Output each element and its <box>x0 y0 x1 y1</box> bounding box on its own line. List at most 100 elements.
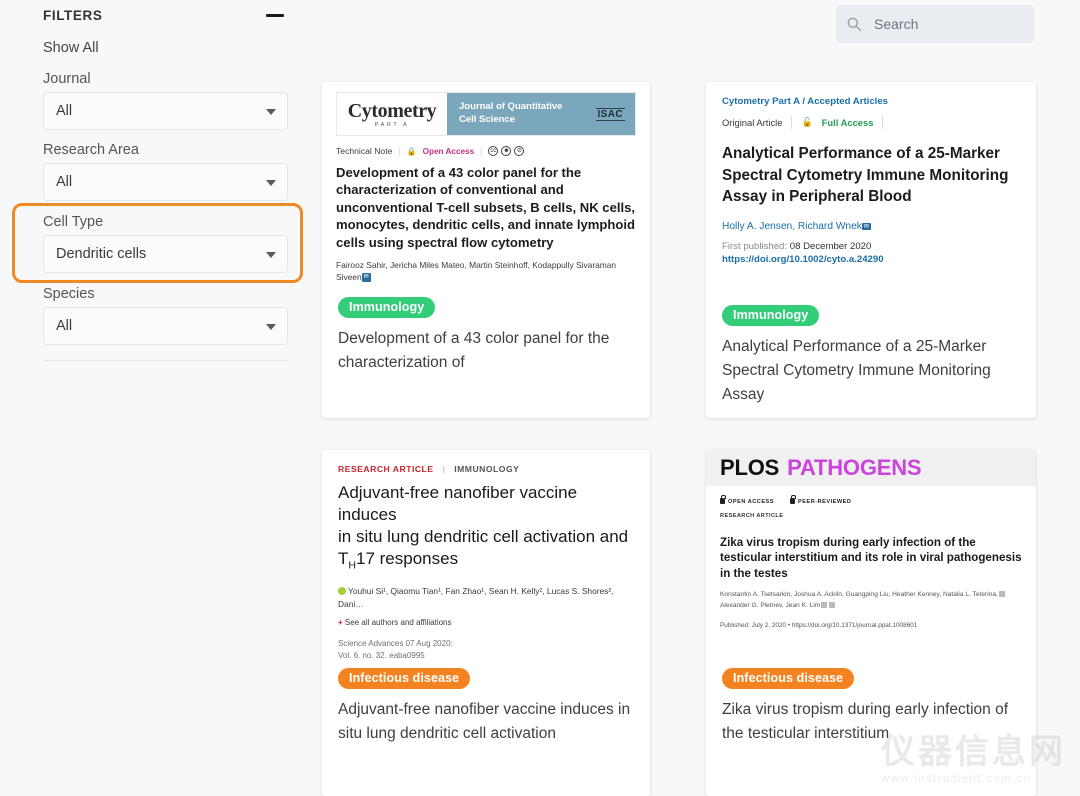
authors-text: Holly A. Jensen, Richard Wnek <box>722 221 862 233</box>
status-badge: Infectious disease <box>338 668 471 690</box>
filters-header: FILTERS <box>43 8 288 23</box>
see-all-authors-link[interactable]: + See all authors and affiliations <box>338 618 634 627</box>
article-headline: Analytical Performance of a 25-Marker Sp… <box>722 145 1009 206</box>
article-headline: Adjuvant-free nanofiber vaccine induces … <box>338 482 634 573</box>
article-type: Original Article <box>722 117 783 128</box>
authors-line-1: Konstantin A. Tsetsarkin, Joshua A. Ackl… <box>720 590 1022 601</box>
authors-text-2: Alexander G. Pletnev, Jean K. Lim <box>720 601 821 609</box>
card-title[interactable]: Adjuvant-free nanofiber vaccine induces … <box>338 698 634 746</box>
isac-logo: ISAC <box>595 107 625 121</box>
chevron-down-icon <box>266 252 276 258</box>
minus-icon[interactable] <box>262 10 288 21</box>
show-all-link[interactable]: Show All <box>43 40 99 56</box>
card-title[interactable]: Analytical Performance of a 25-Marker Sp… <box>722 335 1020 407</box>
access-label: Full Access <box>821 117 874 128</box>
article-meta-row: RESEARCH ARTICLE | IMMUNOLOGY <box>338 464 634 474</box>
journal-logo-sub: PART A <box>374 121 410 128</box>
select-journal[interactable]: All <box>43 92 288 130</box>
card-footer: Infectious disease Adjuvant-free nanofib… <box>322 658 650 746</box>
journal-tagline-line1: Journal of Quantitative <box>459 101 563 113</box>
headline-line-2: in situ lung dendritic cell activation a… <box>338 527 629 547</box>
card-title[interactable]: Development of a 43 color panel for the … <box>338 327 634 375</box>
select-species-value: All <box>56 318 73 334</box>
journal-logo-word: Cytometry <box>347 99 437 122</box>
open-access-badge: OPEN ACCESS <box>720 495 775 505</box>
open-lock-icon: 🔓 <box>801 117 813 127</box>
article-thumbnail: Cytometry Part A / Accepted Articles Ori… <box>706 82 1036 295</box>
status-badge: Immunology <box>338 297 436 319</box>
filter-group-research-area: Research Area All <box>43 142 288 201</box>
headline-line-1: Adjuvant-free nanofiber vaccine induces <box>338 483 578 525</box>
card-title[interactable]: Zika virus tropism during early infectio… <box>722 698 1020 746</box>
journal-tagline-line2: Cell Science <box>459 114 515 125</box>
authors-text: Youhui Si¹, Qiaomu Tian¹, Fan Zhao¹, Sea… <box>338 586 614 609</box>
filter-group-species: Species All <box>43 286 288 345</box>
meta-divider <box>882 116 884 129</box>
search-bar[interactable] <box>836 5 1034 43</box>
author-info-icon <box>821 601 828 608</box>
select-research-area[interactable]: All <box>43 163 288 201</box>
journal-masthead: Cytometry PART A Journal of Quantitative… <box>336 92 636 136</box>
article-thumbnail: PLOS PATHOGENS OPEN ACCESS PEER-REVIEWED… <box>706 450 1036 658</box>
filters-title: FILTERS <box>43 8 103 23</box>
authors-text-1: Konstantin A. Tsetsarkin, Joshua A. Ackl… <box>720 590 998 598</box>
ribbon-icon <box>790 495 797 504</box>
plos-journal-word: PATHOGENS <box>787 455 922 480</box>
plus-icon: + <box>338 617 343 627</box>
author-email-icon <box>829 601 836 608</box>
meta-divider: | <box>442 464 446 474</box>
publication-row: First published: 08 December 2020 <box>722 241 1020 252</box>
author-info-icon <box>998 590 1005 597</box>
authors-text: Fairooz Sahir, Jericha Miles Mateo, Mart… <box>336 260 617 282</box>
article-meta-row: Original Article 🔓 Full Access <box>722 116 1020 129</box>
result-card[interactable]: RESEARCH ARTICLE | IMMUNOLOGY Adjuvant-f… <box>322 450 650 796</box>
select-cell-type[interactable]: Dendritic cells <box>43 235 288 273</box>
open-access-label: OPEN ACCESS <box>728 499 775 505</box>
select-research-area-value: All <box>56 174 73 190</box>
meta-divider: | <box>398 146 401 156</box>
article-badges: OPEN ACCESS PEER-REVIEWED <box>720 495 1022 505</box>
article-type: Technical Note <box>336 146 393 156</box>
article-authors: Youhui Si¹, Qiaomu Tian¹, Fan Zhao¹, Sea… <box>338 585 634 610</box>
article-thumbnail: RESEARCH ARTICLE | IMMUNOLOGY Adjuvant-f… <box>322 450 650 658</box>
article-type: RESEARCH ARTICLE <box>338 464 434 474</box>
journal-breadcrumb: Cytometry Part A / Accepted Articles <box>722 96 888 107</box>
cc-icon: cc <box>488 146 499 156</box>
email-icon: ✉ <box>361 273 371 282</box>
status-badge: Immunology <box>722 305 820 327</box>
card-footer: Immunology Analytical Performance of a 2… <box>706 295 1036 407</box>
result-card[interactable]: Cytometry Part A / Accepted Articles Ori… <box>706 82 1036 418</box>
article-authors: Konstantin A. Tsetsarkin, Joshua A. Ackl… <box>720 590 1022 612</box>
published-date: 08 December 2020 <box>789 241 872 253</box>
meta-divider: | <box>480 146 483 156</box>
select-species[interactable]: All <box>43 307 288 345</box>
journal-masthead: PLOS PATHOGENS <box>706 450 1036 486</box>
peer-reviewed-badge: PEER-REVIEWED <box>790 495 851 505</box>
card-footer: Infectious disease Zika virus tropism du… <box>706 658 1036 746</box>
headline-line-3: TH17 responses <box>338 549 459 572</box>
result-card[interactable]: Cytometry PART A Journal of Quantitative… <box>322 82 650 418</box>
open-access-label: Open Access <box>422 146 475 156</box>
lock-icon: 🔒 <box>406 146 417 156</box>
chevron-down-icon <box>266 324 276 330</box>
filter-label-species: Species <box>43 286 95 302</box>
article-meta-row: Technical Note | 🔒 Open Access | cc ☻ ⊘ <box>336 146 636 156</box>
filter-label-research-area: Research Area <box>43 142 139 158</box>
search-input[interactable] <box>872 15 1024 33</box>
published-label: First published: <box>722 241 788 253</box>
article-authors: Holly A. Jensen, Richard Wnek ✉ <box>722 221 1020 232</box>
subject-area: IMMUNOLOGY <box>454 464 520 474</box>
result-card[interactable]: PLOS PATHOGENS OPEN ACCESS PEER-REVIEWED… <box>706 450 1036 796</box>
doi-link[interactable]: https://doi.org/10.1002/cyto.a.24290 <box>722 254 1020 265</box>
by-icon: ☻ <box>501 146 512 156</box>
article-authors: Fairooz Sahir, Jericha Miles Mateo, Mart… <box>336 260 636 284</box>
lock-icon <box>720 495 726 504</box>
see-all-label: See all authors and affiliations <box>344 617 452 627</box>
sidebar-divider <box>43 360 288 361</box>
chevron-down-icon <box>266 109 276 115</box>
chevron-down-icon <box>266 180 276 186</box>
filters-sidebar: FILTERS Show All Journal All Research Ar… <box>0 0 322 796</box>
article-headline: Development of a 43 color panel for the … <box>336 165 636 250</box>
article-thumbnail: Cytometry PART A Journal of Quantitative… <box>322 82 650 287</box>
select-cell-type-value: Dendritic cells <box>56 246 147 262</box>
